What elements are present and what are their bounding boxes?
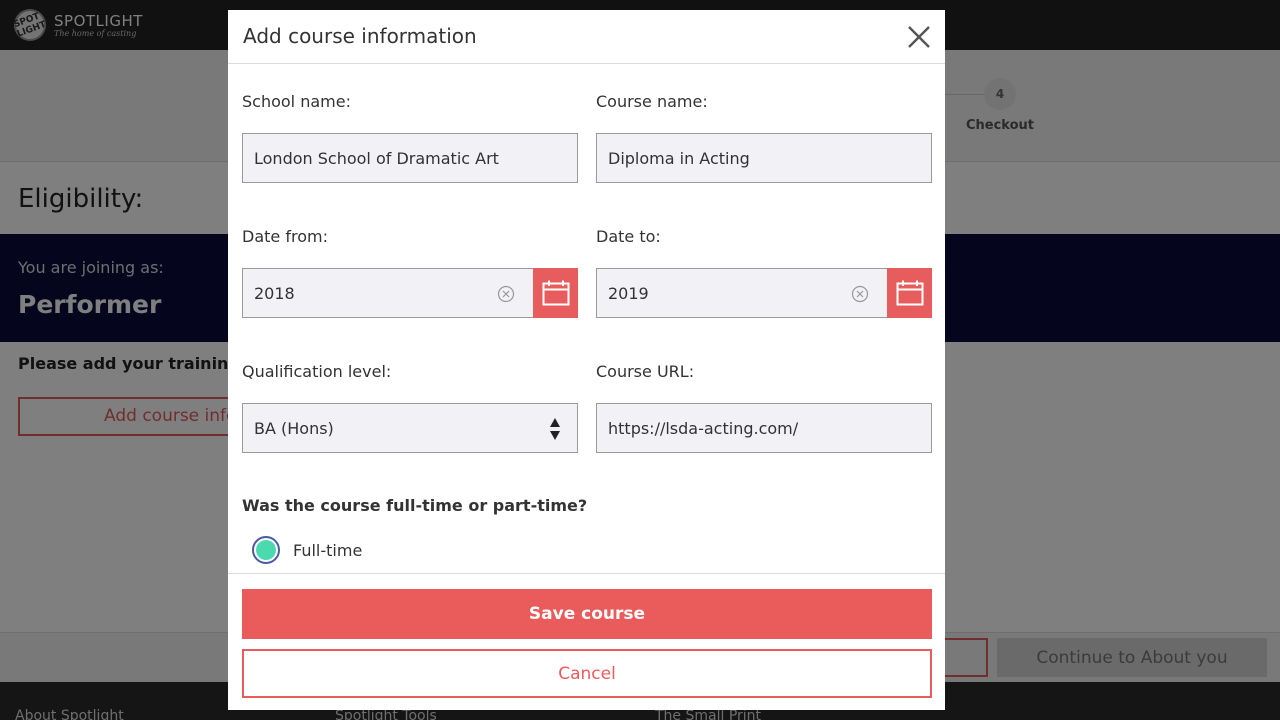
save-course-button[interactable]: Save course [242, 589, 932, 639]
modal-footer: Save course Cancel [228, 573, 945, 710]
calendar-icon [896, 280, 923, 306]
full-time-label[interactable]: Full-time [293, 541, 362, 560]
cancel-button[interactable]: Cancel [242, 649, 932, 698]
select-arrows-icon [550, 418, 560, 440]
date-to-input[interactable]: 2019 [596, 268, 888, 318]
date-from-calendar-button[interactable] [533, 268, 578, 318]
date-to-calendar-button[interactable] [887, 268, 932, 318]
qualification-level-label: Qualification level: [242, 362, 392, 381]
qualification-level-value: BA (Hons) [254, 418, 334, 438]
school-name-input[interactable]: London School of Dramatic Art [242, 133, 578, 183]
school-name-label: School name: [242, 92, 351, 111]
modal-title: Add course information [243, 24, 477, 48]
add-course-modal: Add course information School name: Lond… [228, 10, 945, 710]
modal-body[interactable]: School name: London School of Dramatic A… [228, 64, 945, 574]
date-to-label: Date to: [596, 227, 661, 246]
date-from-value: 2018 [254, 283, 295, 303]
full-time-radio[interactable] [252, 536, 280, 564]
modal-header: Add course information [228, 10, 945, 64]
course-url-label: Course URL: [596, 362, 695, 381]
clear-date-from-icon[interactable] [497, 285, 515, 303]
radio-selected-dot [256, 540, 276, 560]
date-to-value: 2019 [608, 283, 649, 303]
clear-date-to-icon[interactable] [851, 285, 869, 303]
calendar-icon [542, 280, 569, 306]
close-icon[interactable] [904, 22, 934, 52]
qualification-level-select[interactable]: BA (Hons) [242, 403, 578, 453]
course-url-input[interactable]: https://lsda-acting.com/ [596, 403, 932, 453]
attendance-question: Was the course full-time or part-time? [242, 496, 588, 515]
course-name-input[interactable]: Diploma in Acting [596, 133, 932, 183]
date-from-label: Date from: [242, 227, 328, 246]
date-from-input[interactable]: 2018 [242, 268, 534, 318]
course-name-label: Course name: [596, 92, 708, 111]
